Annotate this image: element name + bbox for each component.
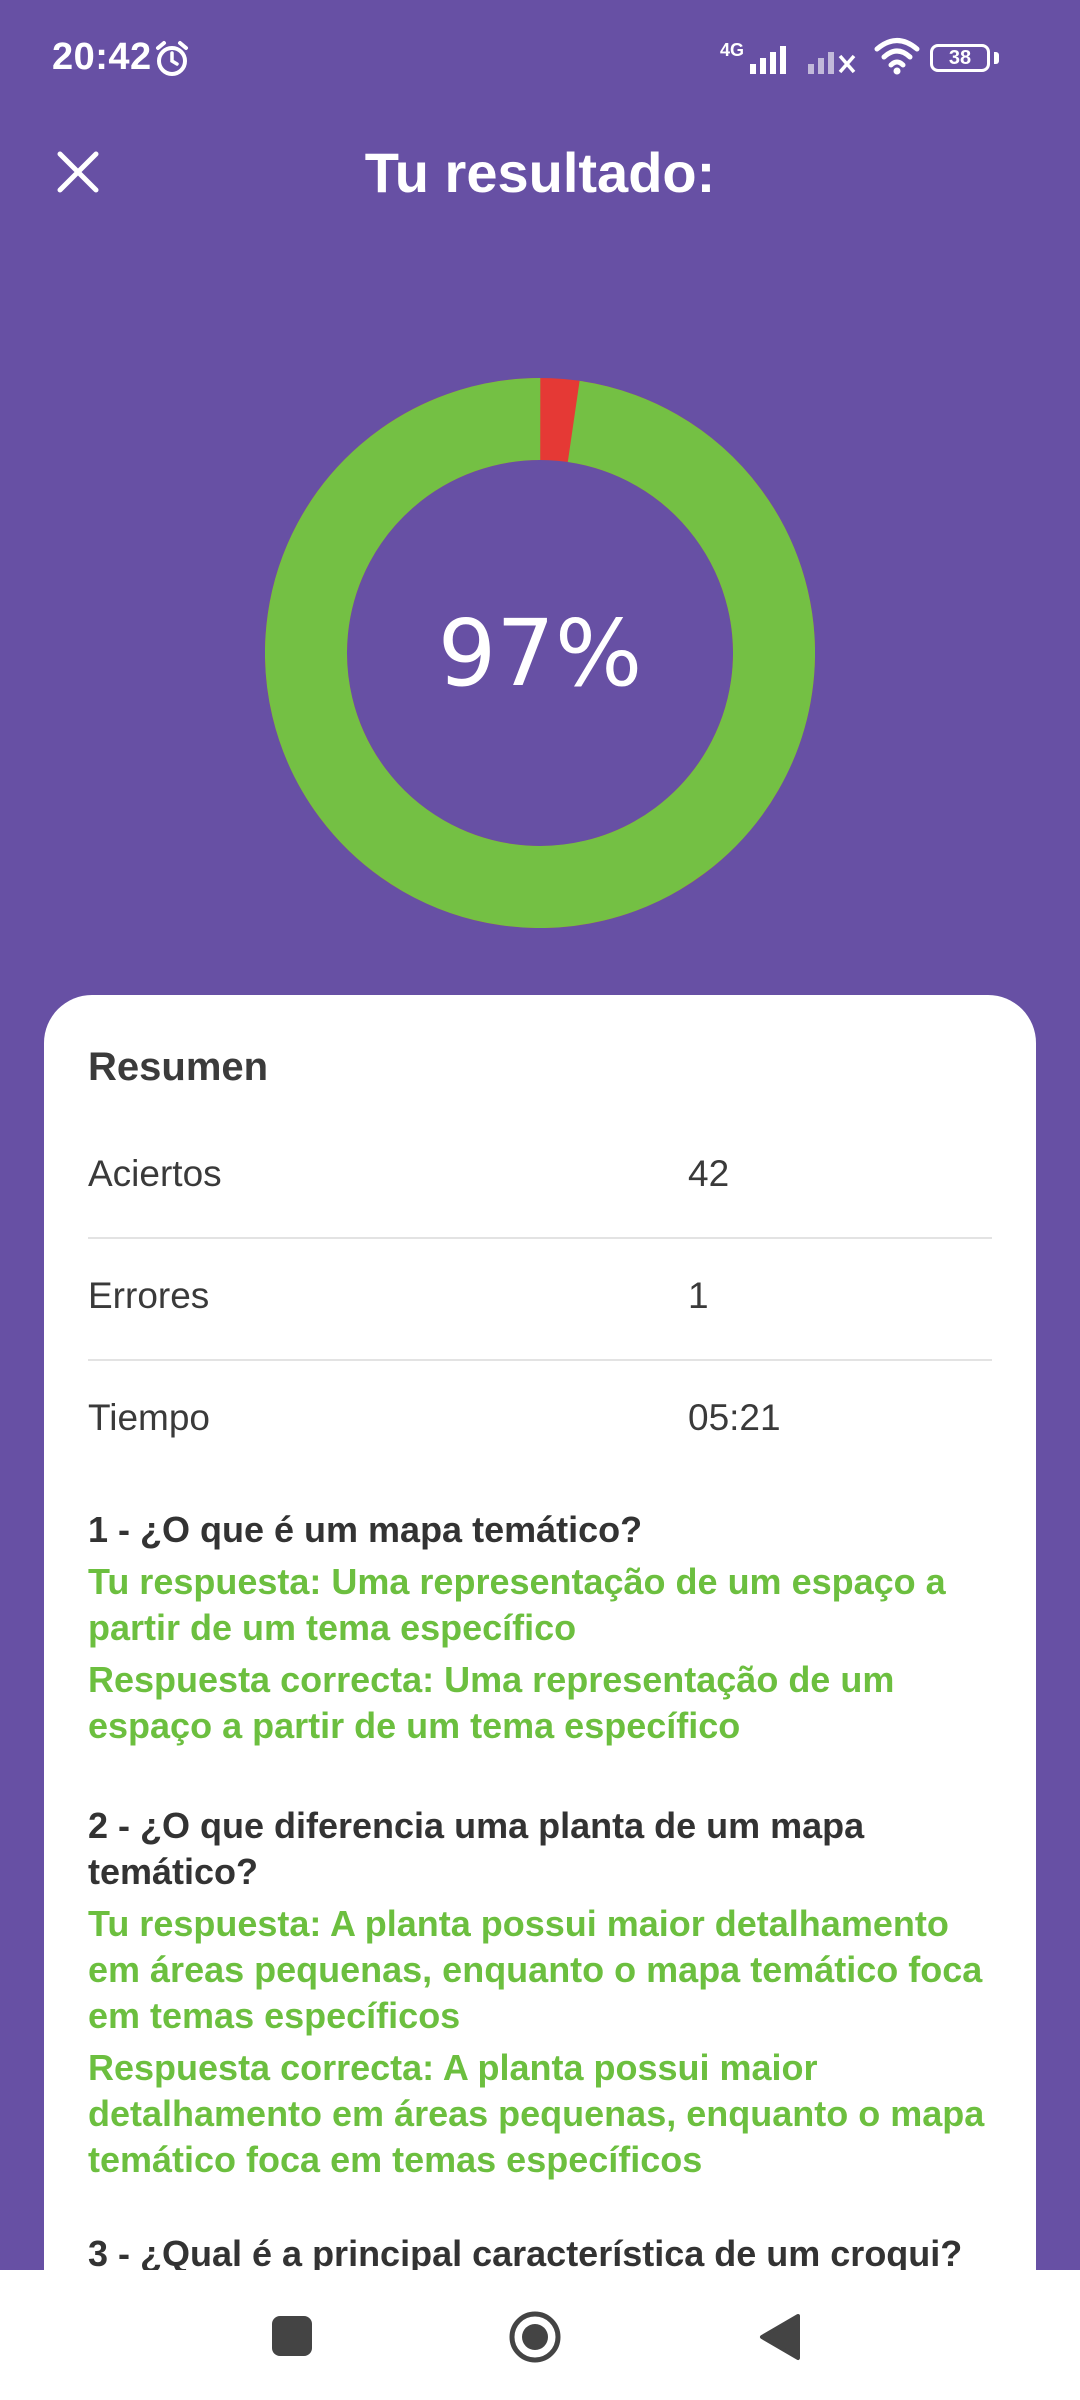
score-donut: 97% xyxy=(265,378,815,928)
score-percent: 97% xyxy=(437,599,643,707)
summary-value: 05:21 xyxy=(688,1397,781,1438)
question-text: 2 - ¿O que diferencia uma planta de um m… xyxy=(88,1805,865,1892)
summary-label: Aciertos xyxy=(88,1153,222,1194)
summary-value: 1 xyxy=(688,1275,709,1316)
header: Tu resultado: xyxy=(0,120,1080,230)
status-time: 20:42 xyxy=(52,36,152,78)
page-title: Tu resultado: xyxy=(364,141,716,204)
your-answer: Tu respuesta: A planta possui maior deta… xyxy=(88,1903,983,2036)
summary-label: Tiempo xyxy=(88,1397,211,1438)
signal-icon xyxy=(750,46,786,74)
question-text: 1 - ¿O que é um mapa temático? xyxy=(88,1509,643,1550)
wifi-icon xyxy=(874,38,920,75)
summary-row-aciertos: Aciertos 42 xyxy=(88,1115,992,1239)
summary-value: 42 xyxy=(688,1153,730,1194)
network-type-label: 4G xyxy=(720,40,745,60)
battery-cap xyxy=(994,52,999,64)
system-nav-bar xyxy=(0,2270,1080,2400)
alarm-icon xyxy=(156,41,188,76)
summary-row-errores: Errores 1 xyxy=(88,1237,992,1361)
question-item: 2 - ¿O que diferencia uma planta de um m… xyxy=(88,1803,992,2183)
home-button[interactable] xyxy=(508,2310,562,2364)
summary-row-tiempo: Tiempo 05:21 xyxy=(88,1359,992,1481)
no-signal-icon xyxy=(808,52,856,74)
summary-label: Errores xyxy=(88,1275,210,1316)
correct-answer: Respuesta correcta: A planta possui maio… xyxy=(88,2047,985,2180)
recents-button[interactable] xyxy=(272,2316,312,2356)
status-bar: 20:42 4G 38 xyxy=(0,0,1080,120)
result-card[interactable]: Resumen Aciertos 42 Errores 1 Tiempo 05:… xyxy=(44,995,1036,2400)
question-item: 1 - ¿O que é um mapa temático? Tu respue… xyxy=(88,1507,992,1749)
battery-level: 38 xyxy=(948,47,972,69)
your-answer: Tu respuesta: Uma representação de um es… xyxy=(88,1561,946,1648)
correct-answer: Respuesta correcta: Uma representação de… xyxy=(88,1659,895,1746)
back-button[interactable] xyxy=(758,2312,802,2362)
status-icons: 4G 38 xyxy=(720,36,1040,80)
summary-title: Resumen xyxy=(88,1045,269,1089)
